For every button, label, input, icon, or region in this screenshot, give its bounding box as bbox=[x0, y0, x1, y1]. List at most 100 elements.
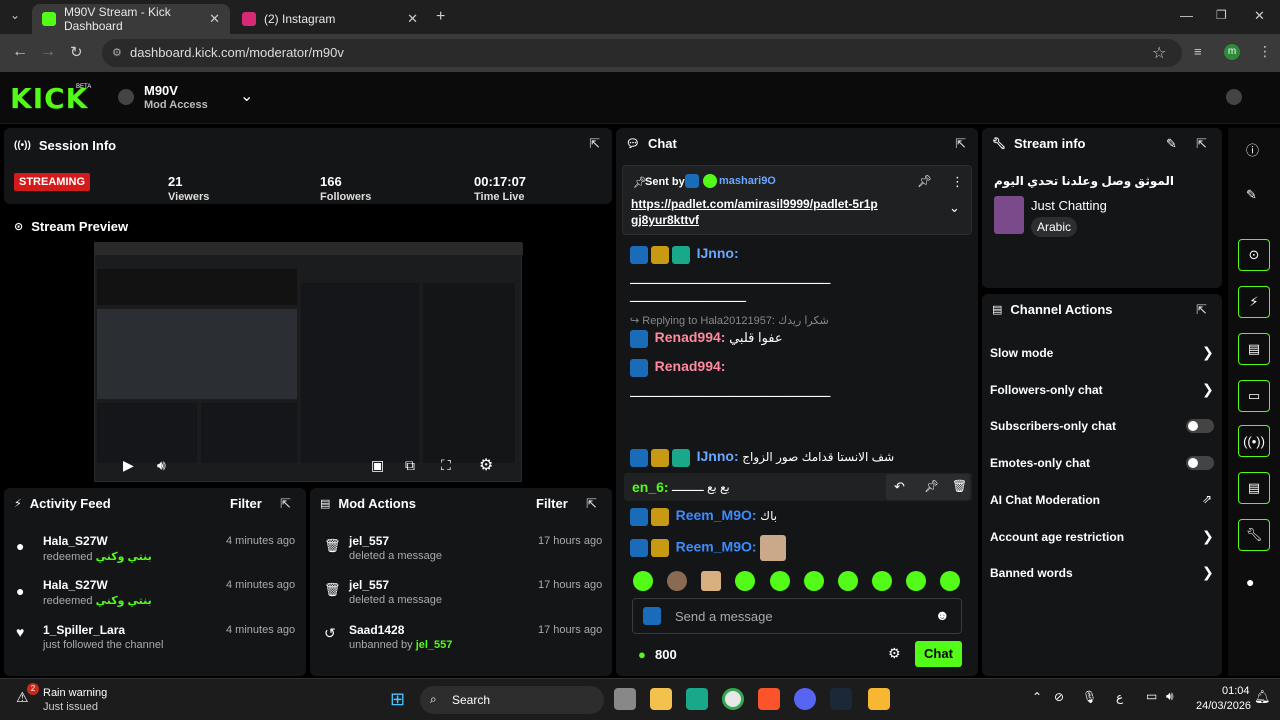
chat-username[interactable]: IJnno: bbox=[697, 448, 739, 464]
chat-username[interactable]: en_6: bbox=[632, 479, 669, 495]
input-language[interactable]: ع bbox=[1116, 690, 1123, 704]
theater-icon[interactable]: ⧉ bbox=[405, 457, 415, 474]
bookmark-star-icon[interactable]: ☆ bbox=[1152, 43, 1166, 63]
popout-icon[interactable]: ⇱ bbox=[586, 496, 597, 512]
activity-user[interactable]: Hala_S27W bbox=[43, 534, 108, 548]
emote-icon[interactable] bbox=[804, 571, 824, 591]
maximize-icon[interactable]: ❐ bbox=[1216, 8, 1227, 22]
sidebar-extra-icon[interactable]: ● bbox=[1246, 574, 1254, 590]
file-explorer-icon[interactable] bbox=[614, 688, 636, 710]
app-icon[interactable] bbox=[686, 688, 708, 710]
sidebar-chat-button[interactable]: ▭ bbox=[1238, 380, 1270, 412]
mod-action-user[interactable]: jel_557 bbox=[349, 578, 389, 592]
emote-icon[interactable] bbox=[770, 571, 790, 591]
weather-title[interactable]: Rain warning bbox=[43, 687, 107, 699]
taskbar-search-box[interactable]: ⌕ Search bbox=[420, 686, 604, 714]
fullscreen-icon[interactable]: ⛶ bbox=[441, 457, 451, 474]
clock-date[interactable]: 24/03/2026 bbox=[1196, 700, 1251, 712]
steam-icon[interactable] bbox=[830, 688, 852, 710]
followers-only-row[interactable]: Followers-only chat bbox=[990, 383, 1103, 397]
chat-message[interactable]: Reem_M9O: باك bbox=[630, 507, 960, 526]
close-tab-icon[interactable]: ✕ bbox=[209, 11, 220, 27]
folder-icon[interactable] bbox=[650, 688, 672, 710]
activity-user[interactable]: Hala_S27W bbox=[43, 578, 108, 592]
volume-icon[interactable]: 🔊︎ bbox=[157, 457, 166, 474]
emoji-picker-icon[interactable]: ☻ bbox=[935, 607, 950, 623]
popout-icon[interactable]: ⇱ bbox=[589, 136, 600, 152]
tab-kick-dashboard[interactable]: M90V Stream - Kick Dashboard ✕ bbox=[32, 4, 230, 34]
settings-gear-icon[interactable]: ⚙ bbox=[479, 455, 493, 475]
discord-icon[interactable] bbox=[794, 688, 816, 710]
chat-message[interactable]: IJnno: ـــــــــــــــــــــــــــــــــ… bbox=[630, 245, 960, 306]
popout-icon[interactable]: ⇱ bbox=[1196, 302, 1207, 318]
subscribers-only-toggle[interactable] bbox=[1186, 419, 1214, 433]
pinned-message[interactable]: 📌︎ Sent by mashari9O 📌︎ ⋮ https://padlet… bbox=[622, 165, 972, 235]
user-avatar[interactable] bbox=[1226, 89, 1242, 105]
chat-username[interactable]: IJnno: bbox=[697, 245, 739, 261]
media-controls-icon[interactable]: ≡ bbox=[1194, 44, 1202, 59]
info-icon[interactable]: ⓘ bbox=[1246, 140, 1259, 159]
tray-chevron-up-icon[interactable]: ⌃ bbox=[1032, 690, 1042, 704]
browser-menu-icon[interactable]: ⋮ bbox=[1258, 43, 1272, 60]
slow-mode-row[interactable]: Slow mode bbox=[990, 346, 1053, 360]
chat-message[interactable]: Renad994: عفوا قلبي bbox=[630, 329, 960, 348]
tray-app-icon[interactable]: ⊘ bbox=[1054, 690, 1064, 704]
points-value[interactable]: 800 bbox=[655, 647, 677, 662]
chrome-icon[interactable] bbox=[722, 688, 744, 710]
subscribers-only-row[interactable]: Subscribers-only chat bbox=[990, 419, 1116, 433]
expand-chevron-down-icon[interactable]: ⌄ bbox=[949, 200, 960, 216]
external-link-icon[interactable]: ⇗ bbox=[1202, 492, 1212, 506]
banned-words-row[interactable]: Banned words bbox=[990, 566, 1073, 580]
sidebar-preview-button[interactable]: ⊙ bbox=[1238, 239, 1270, 271]
window-close-icon[interactable]: ✕ bbox=[1254, 8, 1265, 24]
sidebar-modlog-button[interactable]: ▤ bbox=[1238, 333, 1270, 365]
chat-settings-gear-icon[interactable]: ⚙ bbox=[888, 645, 901, 662]
emote-icon[interactable] bbox=[735, 571, 755, 591]
popout-icon[interactable]: ⇱ bbox=[280, 496, 291, 512]
unpin-icon[interactable]: 📌︎ bbox=[917, 174, 932, 188]
chevron-right-icon[interactable]: ❯ bbox=[1202, 528, 1214, 545]
chat-input[interactable]: Send a message ☻ bbox=[632, 598, 962, 634]
chevron-right-icon[interactable]: ❯ bbox=[1202, 564, 1214, 581]
emotes-only-row[interactable]: Emotes-only chat bbox=[990, 456, 1090, 470]
emote-icon[interactable] bbox=[872, 571, 892, 591]
minimize-icon[interactable]: — bbox=[1180, 8, 1193, 23]
chat-username[interactable]: Renad994: bbox=[655, 329, 726, 345]
emotes-only-toggle[interactable] bbox=[1186, 456, 1214, 470]
emote-icon[interactable] bbox=[633, 571, 653, 591]
tab-search-icon[interactable]: ⌄ bbox=[10, 8, 20, 22]
activity-filter-button[interactable]: Filter bbox=[230, 496, 262, 511]
pinned-user[interactable]: mashari9O bbox=[719, 175, 776, 187]
emote-icon[interactable] bbox=[667, 571, 687, 591]
edit-pencil-icon[interactable]: ✎ bbox=[1246, 187, 1257, 203]
emote-icon[interactable] bbox=[838, 571, 858, 591]
ai-moderation-row[interactable]: AI Chat Moderation bbox=[990, 493, 1100, 507]
sidebar-session-button[interactable]: ((•)) bbox=[1238, 425, 1270, 457]
tab-instagram[interactable]: (2) Instagram ✕ bbox=[232, 4, 428, 34]
reply-context[interactable]: ↪ Replying to Hala20121957: شكرا ريدك bbox=[630, 314, 960, 327]
send-chat-button[interactable]: Chat bbox=[915, 641, 962, 667]
site-info-icon[interactable]: ⚙ bbox=[112, 39, 122, 67]
volume-icon[interactable]: 🔊︎ bbox=[1166, 689, 1174, 704]
pin-message-icon[interactable]: 📌︎ bbox=[924, 479, 939, 493]
clock-time[interactable]: 01:04 bbox=[1222, 685, 1250, 697]
url-input[interactable]: ⚙ dashboard.kick.com/moderator/m90v bbox=[102, 39, 1182, 67]
chat-username[interactable]: Renad994: bbox=[655, 358, 726, 374]
pinned-menu-icon[interactable]: ⋮ bbox=[951, 174, 964, 190]
network-icon[interactable]: ▭ bbox=[1146, 689, 1157, 703]
pip-icon[interactable]: ▣ bbox=[371, 457, 384, 474]
mod-action-user[interactable]: jel_557 bbox=[349, 534, 389, 548]
popout-icon[interactable]: ⇱ bbox=[955, 136, 966, 152]
microphone-icon[interactable]: 🎙︎ bbox=[1082, 690, 1097, 704]
mod-filter-button[interactable]: Filter bbox=[536, 496, 568, 511]
chat-username[interactable]: Reem_M9O: bbox=[676, 538, 757, 554]
brave-icon[interactable] bbox=[758, 688, 780, 710]
chevron-right-icon[interactable]: ❯ bbox=[1202, 344, 1214, 361]
sidebar-wrench-button[interactable]: 🔧︎ bbox=[1238, 519, 1270, 551]
emote-icon[interactable] bbox=[906, 571, 926, 591]
pinned-link[interactable]: https://padlet.com/amirasil9999/padlet-5… bbox=[631, 196, 881, 228]
sidebar-activity-button[interactable]: ⚡ bbox=[1238, 286, 1270, 318]
delete-message-icon[interactable]: 🗑︎ bbox=[952, 479, 967, 493]
play-icon[interactable]: ▶ bbox=[123, 457, 134, 474]
profile-avatar[interactable]: m bbox=[1224, 44, 1240, 60]
